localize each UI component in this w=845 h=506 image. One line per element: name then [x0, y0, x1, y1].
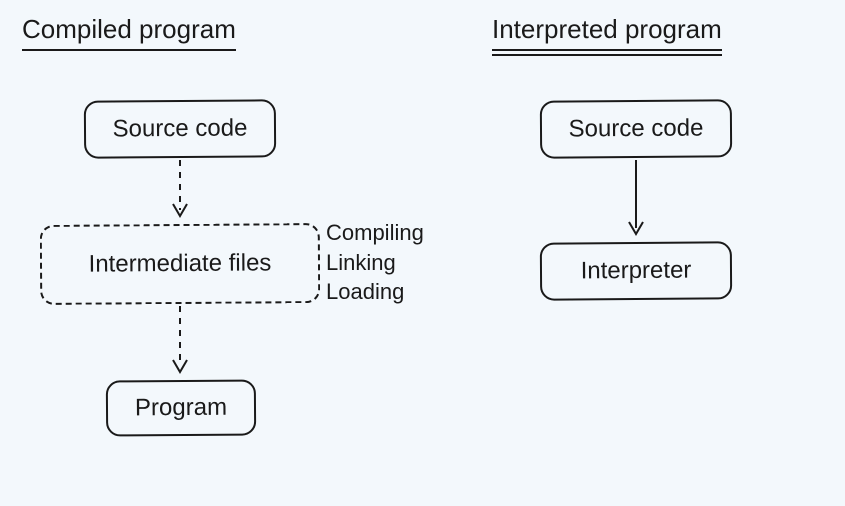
title-interpreted-underline-2 — [492, 54, 722, 56]
node-interpreted-interpreter-label: Interpreter — [581, 257, 692, 286]
annotation-compiling: Compiling — [326, 218, 424, 248]
node-compiled-intermediate-label: Intermediate files — [89, 249, 272, 278]
title-compiled-underline — [22, 49, 236, 51]
node-interpreted-source: Source code — [540, 99, 732, 158]
title-compiled: Compiled program — [22, 14, 236, 51]
title-interpreted: Interpreted program — [492, 14, 722, 56]
annotations-intermediate: Compiling Linking Loading — [326, 218, 424, 307]
title-interpreted-text: Interpreted program — [492, 14, 722, 44]
arrow-compiled-1 — [170, 158, 190, 224]
title-interpreted-underline-1 — [492, 49, 722, 51]
title-compiled-text: Compiled program — [22, 14, 236, 44]
node-compiled-program: Program — [106, 379, 256, 436]
annotation-loading: Loading — [326, 277, 424, 307]
node-compiled-intermediate: Intermediate files — [40, 223, 321, 305]
diagram-canvas: Compiled program Source code Intermediat… — [0, 0, 845, 506]
node-compiled-program-label: Program — [135, 394, 227, 423]
node-interpreted-source-label: Source code — [569, 115, 704, 144]
node-compiled-source: Source code — [84, 99, 276, 158]
annotation-linking: Linking — [326, 248, 424, 278]
arrow-interpreted — [626, 158, 646, 242]
arrow-compiled-2 — [170, 304, 190, 380]
node-compiled-source-label: Source code — [113, 115, 248, 144]
node-interpreted-interpreter: Interpreter — [540, 241, 732, 300]
